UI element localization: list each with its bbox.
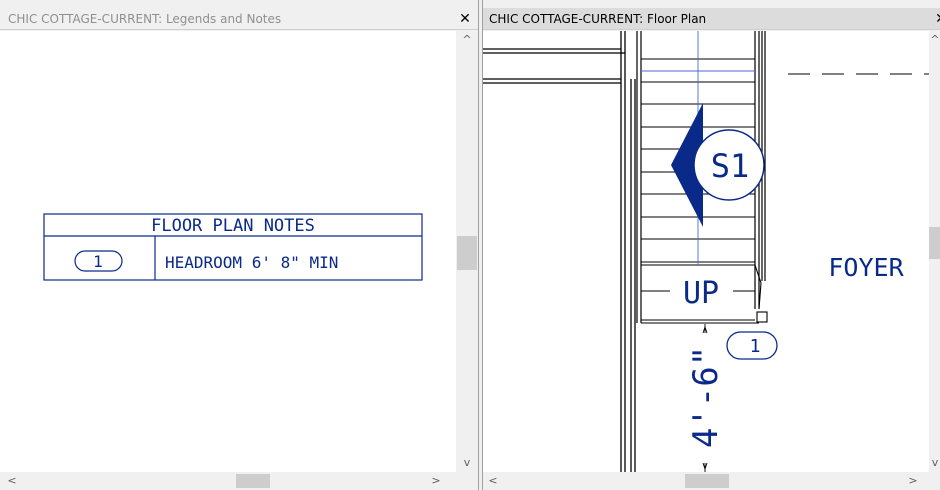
floor-plan-horizontal-scrollbar[interactable]: < > — [483, 472, 940, 490]
floor-plan-drawing: S1 UP FOYER 4'-6" 1 — [483, 31, 929, 472]
notes-table-heading: FLOOR PLAN NOTES — [151, 216, 315, 236]
horizontal-scroll-thumb[interactable] — [236, 474, 270, 488]
floor-plan-titlebar[interactable]: CHIC COTTAGE-CURRENT: Floor Plan ✕ — [483, 8, 940, 30]
legends-notes-title: CHIC COTTAGE-CURRENT: Legends and Notes — [8, 12, 282, 26]
legends-notes-titlebar[interactable]: CHIC COTTAGE-CURRENT: Legends and Notes … — [0, 8, 478, 30]
vertical-scroll-thumb[interactable] — [457, 236, 477, 270]
floor-plan-notes-table[interactable]: FLOOR PLAN NOTES 1 HEADROOM 6' 8" MIN — [43, 213, 423, 281]
notes-drawing: FLOOR PLAN NOTES 1 HEADROOM 6' 8" MIN — [43, 213, 423, 281]
horizontal-scroll-thumb[interactable] — [685, 474, 729, 488]
dimension-label: 4'-6" — [686, 346, 726, 448]
scroll-down-arrow[interactable]: v — [925, 456, 940, 470]
scroll-up-arrow[interactable]: ^ — [925, 33, 940, 47]
stair-up-label: UP — [683, 276, 719, 311]
scroll-left-arrow[interactable]: < — [2, 474, 22, 488]
close-legends-notes-button[interactable]: ✕ — [456, 8, 474, 30]
section-marker-label: S1 — [711, 147, 750, 185]
scroll-up-arrow[interactable]: ^ — [457, 33, 477, 47]
floor-plan-view: CHIC COTTAGE-CURRENT: Floor Plan ✕ — [482, 0, 940, 490]
legends-notes-vertical-scrollbar[interactable]: ^ v — [456, 31, 478, 472]
note-number: 1 — [93, 252, 103, 271]
scroll-left-arrow[interactable]: < — [483, 474, 503, 488]
wall-vertical — [620, 31, 636, 472]
legends-notes-view: CHIC COTTAGE-CURRENT: Legends and Notes … — [0, 0, 479, 490]
note-text: HEADROOM 6' 8" MIN — [165, 253, 338, 272]
floor-plan-title: CHIC COTTAGE-CURRENT: Floor Plan — [489, 12, 707, 26]
wall-horizontal — [483, 48, 621, 84]
vertical-scroll-thumb[interactable] — [929, 227, 940, 259]
floor-plan-vertical-scrollbar[interactable]: ^ v — [929, 31, 940, 472]
floor-plan-canvas[interactable]: S1 UP FOYER 4'-6" 1 — [483, 31, 929, 472]
section-marker[interactable]: S1 — [671, 103, 765, 227]
room-label-foyer: FOYER — [828, 253, 904, 282]
close-floor-plan-button[interactable]: ✕ — [932, 8, 940, 30]
note-callout[interactable]: 1 — [726, 331, 778, 360]
legends-notes-canvas[interactable]: FLOOR PLAN NOTES 1 HEADROOM 6' 8" MIN — [0, 31, 456, 472]
scroll-right-arrow[interactable]: > — [426, 474, 446, 488]
scroll-down-arrow[interactable]: v — [457, 456, 477, 470]
note-callout-number: 1 — [750, 336, 761, 357]
legends-notes-horizontal-scrollbar[interactable]: < > — [0, 472, 478, 490]
scroll-right-arrow[interactable]: > — [903, 474, 923, 488]
